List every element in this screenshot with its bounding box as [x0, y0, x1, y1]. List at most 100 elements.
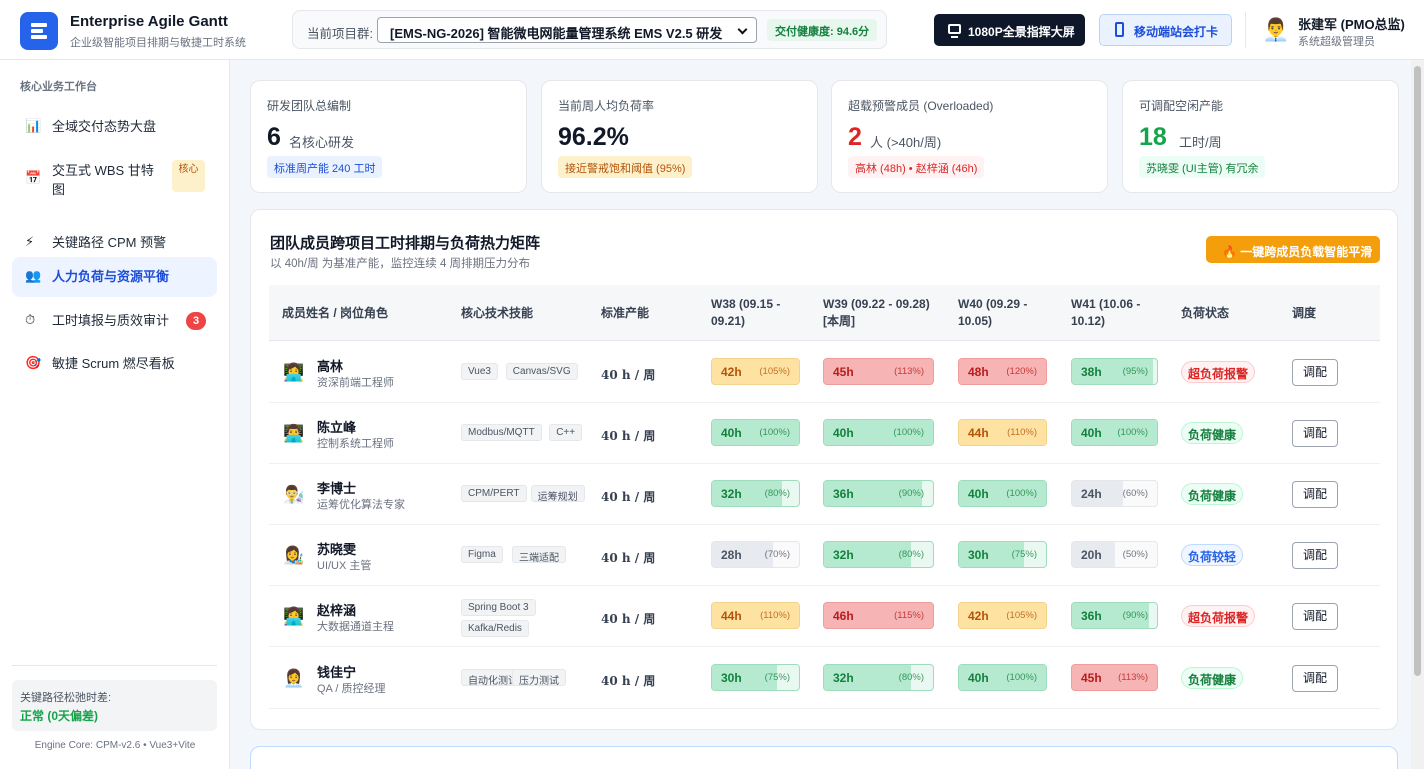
- load-cell[interactable]: 40h (100%): [958, 664, 1047, 691]
- slack-label: 关键路径松弛时差:: [20, 692, 112, 704]
- load-percent: (95%): [1122, 366, 1148, 377]
- avatar[interactable]: 👨‍💼: [1262, 16, 1289, 44]
- stat-unit: 人 (>40h/周): [870, 135, 942, 150]
- status-badge: 超负荷报警: [1181, 361, 1256, 383]
- stat-unit: 工时/周: [1179, 135, 1222, 150]
- load-percent: (100%): [759, 427, 790, 438]
- engine-version: Engine Core: CPM-v2.6 • Vue3+Vite: [34, 740, 196, 751]
- load-cell[interactable]: 36h (90%): [1071, 602, 1158, 629]
- adjust-button[interactable]: 调配: [1292, 542, 1338, 569]
- sidebar-item-icon: 📅: [25, 170, 42, 185]
- load-hours: 46h: [833, 609, 854, 623]
- load-cell[interactable]: 30h (75%): [711, 664, 800, 691]
- adjust-button[interactable]: 调配: [1292, 603, 1338, 630]
- scrollbar[interactable]: [1411, 60, 1424, 769]
- skill-tag: CPM/PERT: [461, 485, 527, 502]
- member-name: 李博士: [317, 481, 357, 496]
- load-cell[interactable]: 46h (115%): [823, 602, 934, 629]
- th-week: W40 (09.29 - 10.05): [958, 297, 1028, 328]
- project-select[interactable]: [EMS-NG-2026] 智能微电网能量管理系统 EMS V2.5 研发: [377, 17, 757, 43]
- load-hours: 24h: [1081, 487, 1102, 501]
- table-header: 成员姓名 / 岗位角色 核心技术技能 标准产能 W38 (09.15 - 09.…: [269, 285, 1380, 341]
- load-cell[interactable]: 42h (105%): [711, 358, 800, 385]
- load-cell[interactable]: 24h (60%): [1071, 480, 1158, 507]
- sidebar-item-icon: 👥: [25, 268, 42, 283]
- member-role: 大数据通道主程: [317, 621, 394, 633]
- load-cell[interactable]: 42h (105%): [958, 602, 1047, 629]
- load-cell[interactable]: 20h (50%): [1071, 541, 1158, 568]
- sidebar-item[interactable]: 📅 交互式 WBS 甘特图 核心: [12, 150, 217, 214]
- th-skills: 核心技术技能: [461, 306, 534, 320]
- load-percent: (113%): [894, 366, 924, 377]
- member-avatar: 👩‍💻: [283, 607, 305, 626]
- member-name: 高林: [317, 359, 344, 374]
- status-badge: 负荷健康: [1181, 667, 1244, 689]
- load-percent: (60%): [1122, 488, 1148, 499]
- load-cell[interactable]: 28h (70%): [711, 541, 800, 568]
- sidebar-item-label: 全域交付态势大盘: [52, 119, 157, 134]
- load-hours: 40h: [1081, 426, 1102, 440]
- load-hours: 45h: [1081, 671, 1102, 685]
- project-select-value: [EMS-NG-2026] 智能微电网能量管理系统 EMS V2.5 研发: [390, 26, 723, 41]
- sidebar-item[interactable]: 🎯 敏捷 Scrum 燃尽看板: [12, 344, 217, 384]
- load-cell[interactable]: 40h (100%): [958, 480, 1047, 507]
- sidebar-item[interactable]: ⏱ 工时填报与质效审计 3: [12, 301, 217, 341]
- slack-panel: 关键路径松弛时差: 正常 (0天偏差): [12, 680, 217, 731]
- load-matrix-panel: 团队成员跨项目工时排期与负荷热力矩阵 以 40h/周 为基准产能，监控连续 4 …: [250, 209, 1398, 730]
- load-cell[interactable]: 32h (80%): [823, 541, 934, 568]
- load-percent: (75%): [1011, 549, 1037, 560]
- sidebar-item-icon: 📊: [25, 118, 42, 133]
- load-hours: 45h: [833, 365, 854, 379]
- load-cell[interactable]: 32h (80%): [711, 480, 800, 507]
- load-hours: 28h: [721, 548, 742, 562]
- stat-unit: 名核心研发: [289, 135, 355, 150]
- sidebar-item[interactable]: 📊 全域交付态势大盘: [12, 107, 217, 147]
- adjust-button[interactable]: 调配: [1292, 359, 1338, 386]
- load-hours: 44h: [968, 426, 989, 440]
- load-cell[interactable]: 36h (90%): [823, 480, 934, 507]
- load-cell[interactable]: 40h (100%): [1071, 419, 1158, 446]
- load-cell[interactable]: 45h (113%): [1071, 664, 1158, 691]
- bigscreen-button[interactable]: 1080P全景指挥大屏: [934, 14, 1085, 46]
- matrix-subtitle: 以 40h/周 为基准产能，监控连续 4 周排期压力分布: [270, 258, 531, 270]
- matrix-title: 团队成员跨项目工时排期与负荷热力矩阵: [270, 235, 541, 252]
- smooth-load-button[interactable]: 🔥 一键跨成员负载智能平滑: [1206, 236, 1380, 263]
- project-label: 当前项目群:: [307, 27, 373, 41]
- load-hours: 32h: [721, 487, 742, 501]
- adjust-button[interactable]: 调配: [1292, 665, 1338, 692]
- status-badge: 超负荷报警: [1181, 605, 1256, 627]
- load-percent: (105%): [1006, 610, 1037, 621]
- user-name[interactable]: 张建军 (PMO总监): [1298, 14, 1405, 33]
- bigscreen-label: 1080P全景指挥大屏: [968, 25, 1075, 39]
- load-cell[interactable]: 44h (110%): [711, 602, 800, 629]
- load-cell[interactable]: 48h (120%): [958, 358, 1047, 385]
- load-percent: (100%): [893, 427, 924, 438]
- scrollbar-thumb[interactable]: [1414, 66, 1421, 676]
- member-role: 资深前端工程师: [317, 377, 394, 389]
- mobile-checkin-button[interactable]: 移动端站会打卡: [1099, 14, 1232, 46]
- load-cell[interactable]: 40h (100%): [711, 419, 800, 446]
- secondary-panel: [250, 746, 1398, 769]
- load-cell[interactable]: 45h (113%): [823, 358, 934, 385]
- load-cell[interactable]: 44h (110%): [958, 419, 1047, 446]
- load-cell[interactable]: 40h (100%): [823, 419, 934, 446]
- load-cell[interactable]: 30h (75%): [958, 541, 1047, 568]
- adjust-button[interactable]: 调配: [1292, 481, 1338, 508]
- load-percent: (90%): [1122, 610, 1148, 621]
- load-hours: 32h: [833, 548, 854, 562]
- th-action: 调度: [1292, 306, 1317, 320]
- stat-value: 18: [1139, 123, 1167, 151]
- load-cell[interactable]: 32h (80%): [823, 664, 934, 691]
- skill-tag: 运筹规划: [530, 485, 585, 503]
- member-name: 赵梓涵: [317, 603, 357, 618]
- load-hours: 44h: [721, 609, 742, 623]
- adjust-button[interactable]: 调配: [1292, 420, 1338, 447]
- th-status: 负荷状态: [1181, 306, 1230, 320]
- skill-tag: Spring Boot 3: [461, 599, 536, 616]
- stat-label: 超载预警成员 (Overloaded): [848, 99, 994, 113]
- load-hours: 40h: [721, 426, 742, 440]
- load-cell[interactable]: 38h (95%): [1071, 358, 1158, 385]
- load-percent: (75%): [764, 672, 790, 683]
- table-row: 👩‍💼 钱佳宁 QA / 质控经理 自动化测试 压力测试 40 h / 周 30h (75%)…: [269, 648, 1380, 709]
- sidebar-item[interactable]: 👥 人力负荷与资源平衡: [12, 257, 217, 297]
